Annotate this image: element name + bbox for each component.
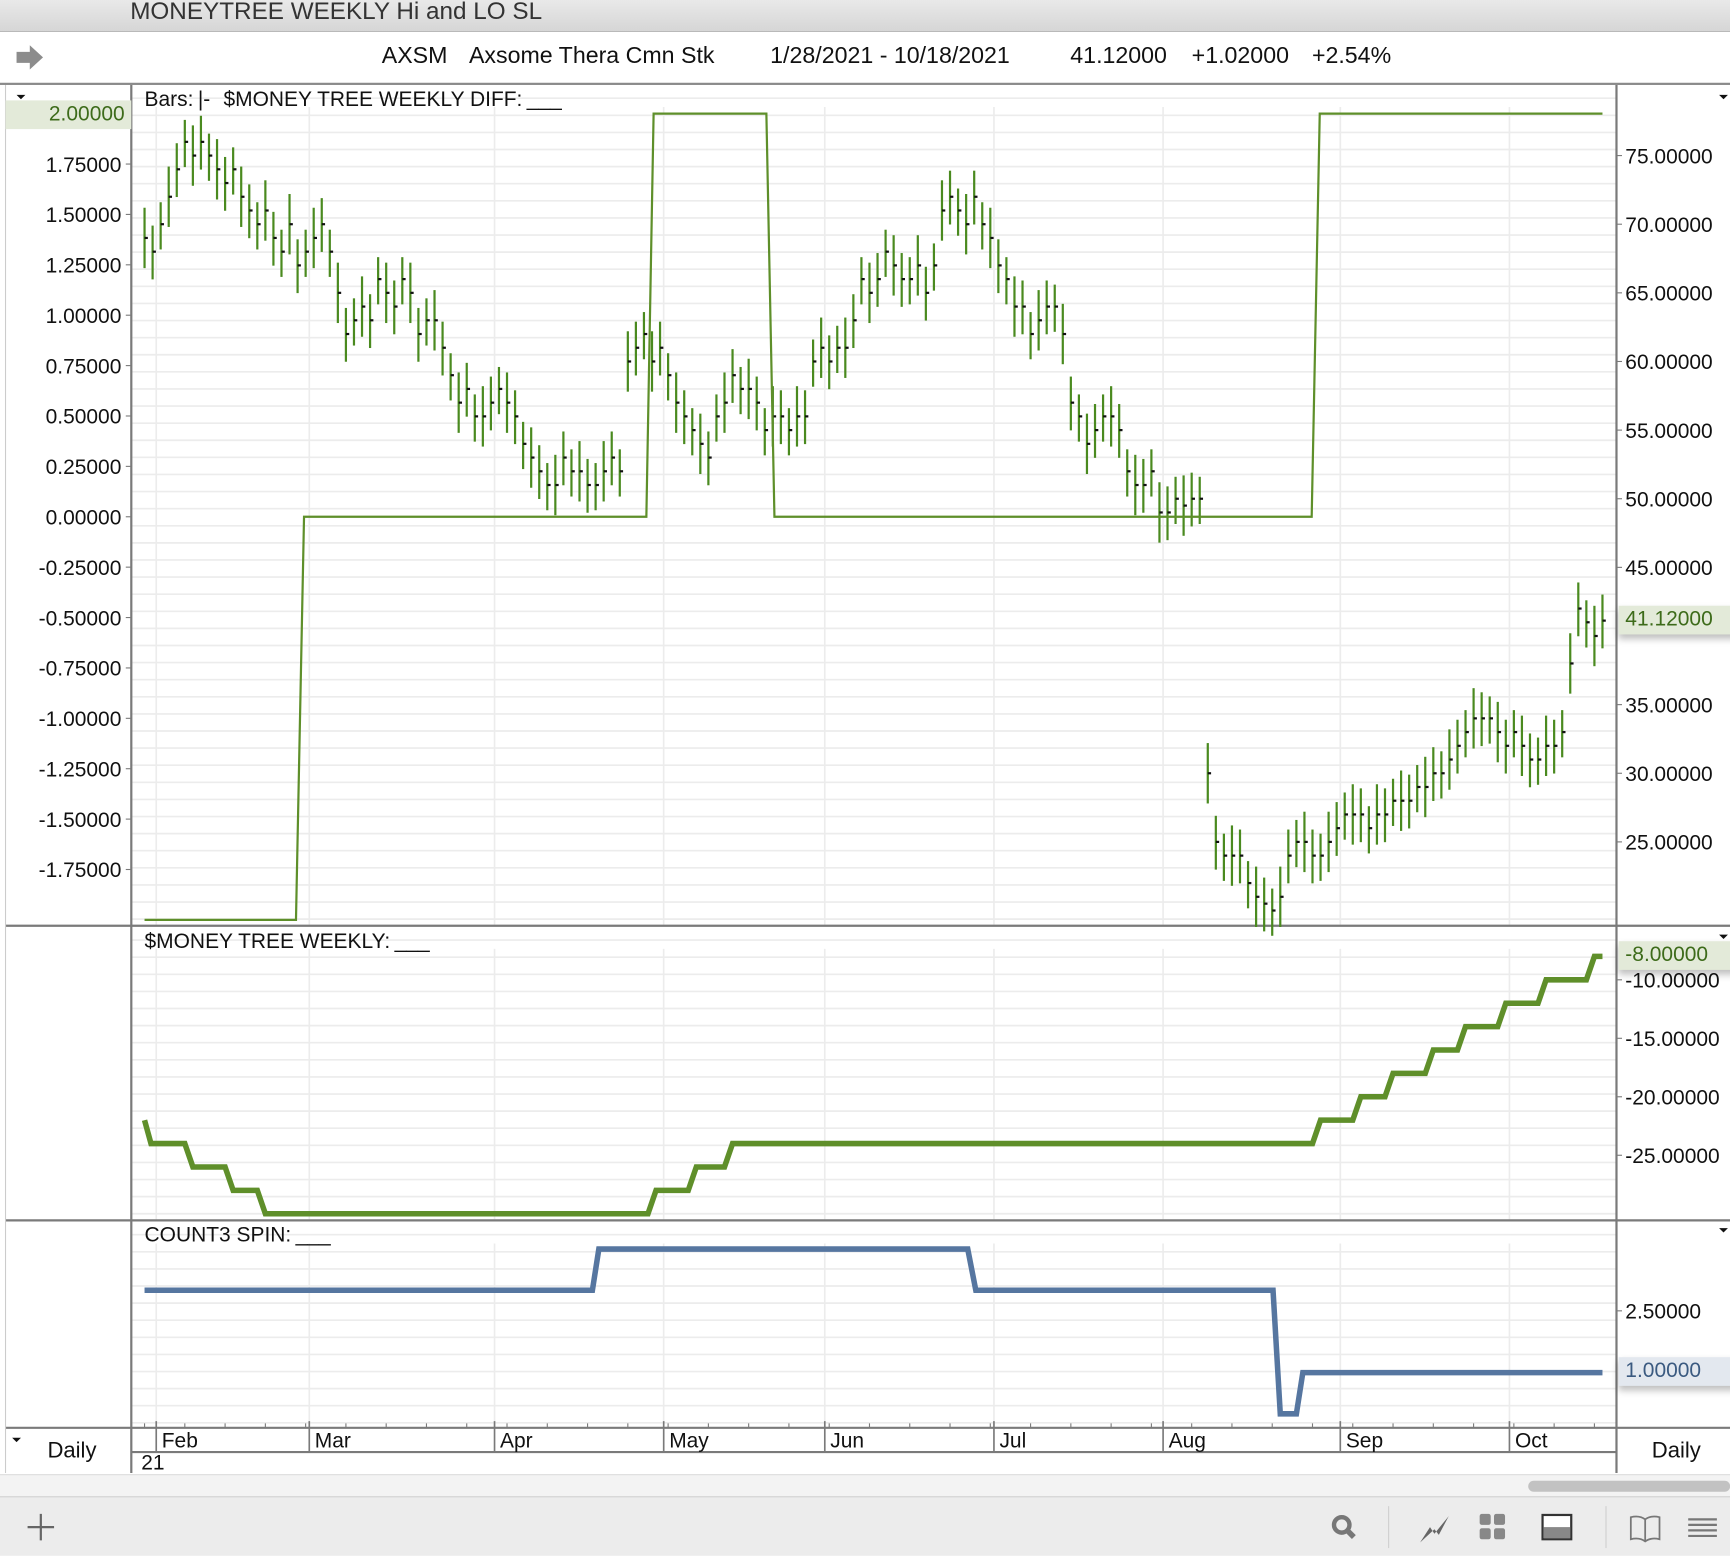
left-axis-label: -1.50000 [39,809,122,832]
panel-icon[interactable] [1540,1511,1573,1544]
price-current-badge: 41.12000 [1618,605,1730,635]
month-label: Feb [162,1430,198,1453]
menu-icon[interactable] [1686,1511,1719,1544]
month-label: May [669,1430,709,1453]
right-axis-label: 25.00000 [1625,832,1712,855]
left-axis-label: 0.50000 [46,406,122,429]
right-axis-label: 30.00000 [1625,763,1712,786]
left-axis-label: 0.25000 [46,456,122,479]
chart-area[interactable]: 1.75000 1.50000 1.25000 1.00000 0.75000 0.500… [0,0,1730,1474]
right-axis-label: 70.00000 [1625,214,1712,237]
frame [0,84,1730,1474]
weekly-current-badge: -8.00000 [1618,941,1730,970]
right-axis-label: 50.00000 [1625,488,1712,511]
left-axis-current-badge: 2.00000 [5,100,132,130]
grid-icon[interactable] [1476,1511,1509,1544]
left-axis-label: 1.00000 [46,305,122,328]
left-axis-label: -0.50000 [39,607,122,630]
left-axis-label: -0.25000 [39,557,122,580]
right-axis-label: 75.00000 [1625,145,1712,168]
month-label: Aug [1169,1430,1206,1453]
bars-legend-symbol: |- [198,88,210,111]
left-axis-label: -0.75000 [39,658,122,681]
toolbar-divider [1605,1506,1607,1549]
footer [0,1474,1730,1556]
right-axis-label: 45.00000 [1625,557,1712,580]
left-axis-label: 1.75000 [46,154,122,177]
right-axis-label: 65.00000 [1625,283,1712,306]
book-icon[interactable] [1629,1511,1662,1544]
month-label: Mar [315,1430,351,1453]
toolbar-divider [1388,1506,1390,1549]
chart-icon[interactable] [1418,1511,1451,1544]
year-label: 21 [141,1452,165,1476]
right-axis-label: 55.00000 [1625,420,1712,443]
diff-legend-symbol: ___ [526,88,562,111]
month-label: Sep [1346,1430,1383,1453]
dropdown-triangle-icon [1719,1228,1728,1233]
left-axis-label: 0.75000 [46,355,122,378]
interval-left[interactable]: Daily [47,1439,96,1464]
right-axis-label: -20.00000 [1625,1087,1719,1110]
left-axis-label: 0.00000 [46,506,122,529]
scrollbar-thumb[interactable] [1528,1480,1730,1492]
bottom-toolbar [0,1497,1730,1556]
money-tree-weekly-line [141,953,1603,1217]
dropdown-triangle-icon [12,1437,21,1443]
plus-icon[interactable] [24,1511,57,1544]
dropdown-triangle-icon [1719,94,1728,100]
dropdown-triangle-icon [16,94,26,100]
weekly-legend-label: $MONEY TREE WEEKLY: [145,930,391,953]
month-label: Apr [500,1430,533,1453]
right-axis-label: 35.00000 [1625,694,1712,717]
bars-legend-label: Bars: [145,88,194,111]
month-label: Jul [999,1430,1026,1453]
month-label: Jun [830,1430,864,1453]
horizontal-scrollbar[interactable] [0,1474,1730,1499]
right-axis-label: -10.00000 [1625,970,1719,993]
left-axis-label: 1.25000 [46,255,122,278]
count3-legend-label: COUNT3 SPIN: [145,1223,292,1246]
interval-right[interactable]: Daily [1652,1439,1701,1464]
search-icon[interactable] [1327,1511,1360,1544]
left-axis-label: -1.75000 [39,859,122,882]
left-axis-label: 1.50000 [46,204,122,227]
month-label: Oct [1515,1430,1548,1453]
left-axis-label: -1.00000 [39,708,122,731]
right-axis-label: -15.00000 [1625,1028,1719,1051]
count3-legend-symbol: ___ [295,1223,331,1246]
count3-current-badge: 1.00000 [1618,1357,1730,1386]
right-axis-label: 60.00000 [1625,351,1712,374]
dropdown-triangle-icon [1719,934,1728,939]
left-axis-label: -1.25000 [39,758,122,781]
right-axis-label: 2.50000 [1625,1301,1701,1324]
weekly-legend-symbol: ___ [394,930,430,953]
chart-window: MONEYTREE WEEKLY Hi and LO SL AXSM Axsom… [0,0,1730,1556]
diff-legend-label: $MONEY TREE WEEKLY DIFF: [224,88,523,111]
right-axis-label: -25.00000 [1625,1145,1719,1168]
